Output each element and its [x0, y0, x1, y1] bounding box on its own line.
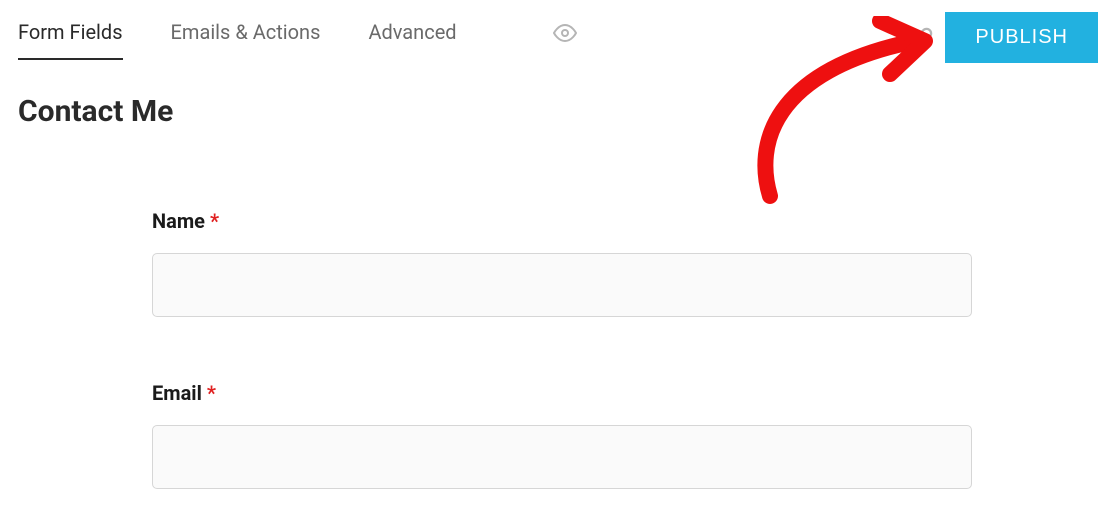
name-input[interactable]	[152, 253, 972, 317]
field-label-email: Email *	[152, 381, 972, 405]
page-title: Contact Me	[18, 94, 1116, 129]
tab-emails-actions[interactable]: Emails & Actions	[171, 20, 321, 60]
tab-form-fields[interactable]: Form Fields	[18, 20, 123, 60]
required-mark: *	[210, 209, 219, 233]
tabs: Form Fields Emails & Actions Advanced	[18, 20, 577, 60]
right-actions: PUBLISH	[911, 12, 1098, 63]
field-label-email-text: Email	[152, 381, 202, 405]
link-icon[interactable]	[911, 27, 933, 49]
tab-advanced[interactable]: Advanced	[368, 20, 456, 60]
publish-button[interactable]: PUBLISH	[945, 12, 1098, 63]
preview-eye-icon[interactable]	[553, 21, 577, 59]
field-label-name: Name *	[152, 209, 972, 233]
header-bar: Form Fields Emails & Actions Advanced PU…	[0, 0, 1116, 60]
form-area: Name * Email *	[152, 209, 972, 489]
required-mark: *	[207, 381, 216, 405]
email-input[interactable]	[152, 425, 972, 489]
form-field-email: Email *	[152, 381, 972, 489]
form-field-name: Name *	[152, 209, 972, 317]
field-label-name-text: Name	[152, 209, 205, 233]
